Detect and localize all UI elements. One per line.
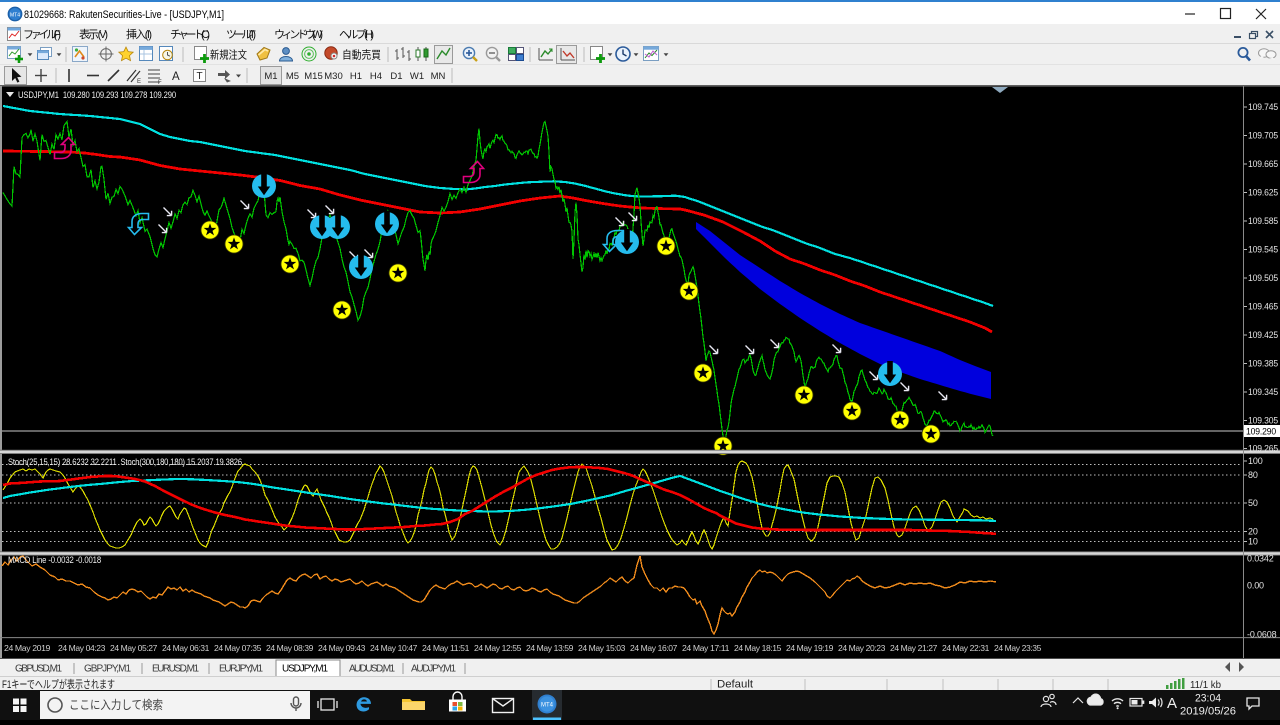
svg-text:表示 (V): 表示 (V) <box>79 27 108 41</box>
svg-text:24 May 09:43: 24 May 09:43 <box>318 643 366 653</box>
svg-text:24 May 18:15: 24 May 18:15 <box>734 643 782 653</box>
svg-text:20: 20 <box>1248 527 1258 537</box>
svg-text:ツール (T): ツール (T) <box>226 29 256 41</box>
svg-text:23:04: 23:04 <box>1195 693 1221 705</box>
svg-text:24 May 23:35: 24 May 23:35 <box>994 643 1042 653</box>
svg-text:A: A <box>1167 695 1177 712</box>
svg-text:H4: H4 <box>370 71 382 82</box>
svg-text:109.745: 109.745 <box>1248 102 1278 112</box>
svg-text:100: 100 <box>1248 456 1263 466</box>
svg-text:24 May 13:59: 24 May 13:59 <box>526 643 574 653</box>
svg-text:ここに入力して検索: ここに入力して検索 <box>69 698 163 712</box>
svg-text:Default: Default <box>717 679 753 691</box>
svg-text:Stoch(25,15,15) 28.6232 32.221: Stoch(25,15,15) 28.6232 32.2211 Stoch(30… <box>8 457 242 467</box>
svg-text:チャート (C): チャート (C) <box>170 28 210 41</box>
svg-text:24 May 06:31: 24 May 06:31 <box>162 643 210 653</box>
svg-text:ファイル (F): ファイル (F) <box>23 29 61 41</box>
svg-text:USDJPY,M1: USDJPY,M1 <box>282 664 328 675</box>
svg-text:24 May 19:19: 24 May 19:19 <box>786 643 834 653</box>
svg-text:ヘルプ (H): ヘルプ (H) <box>339 28 374 41</box>
svg-text:M5: M5 <box>286 71 299 82</box>
svg-text:自動売買: 自動売買 <box>342 48 381 62</box>
svg-text:109.625: 109.625 <box>1248 188 1278 198</box>
svg-text:H1: H1 <box>350 71 362 82</box>
svg-text:挿入(I): 挿入(I) <box>126 27 152 41</box>
svg-text:109.290: 109.290 <box>1246 427 1276 437</box>
svg-text:AUDJPY,M1: AUDJPY,M1 <box>411 664 456 675</box>
svg-text:109.425: 109.425 <box>1248 330 1278 340</box>
svg-text:10: 10 <box>1248 537 1258 547</box>
svg-text:W1: W1 <box>410 71 424 82</box>
svg-text:GBPUSD,M1: GBPUSD,M1 <box>15 664 62 675</box>
svg-text:0.00: 0.00 <box>1247 581 1264 591</box>
svg-text:M1: M1 <box>264 71 277 82</box>
svg-text:24 May 22:31: 24 May 22:31 <box>942 643 990 653</box>
svg-text:50: 50 <box>1248 498 1258 508</box>
svg-text:109.385: 109.385 <box>1248 359 1278 369</box>
svg-text:M15: M15 <box>304 71 322 82</box>
svg-text:24 May 12:55: 24 May 12:55 <box>474 643 522 653</box>
svg-text:USDJPY,M1 109.280 109.293 109: USDJPY,M1 109.280 109.293 109.278 109.29… <box>18 90 176 100</box>
svg-text:0.0342: 0.0342 <box>1247 554 1274 564</box>
svg-text:AUDUSD,M1: AUDUSD,M1 <box>349 664 395 675</box>
svg-text:109.505: 109.505 <box>1248 273 1278 283</box>
svg-text:24 May 16:07: 24 May 16:07 <box>630 643 678 653</box>
svg-text:109.265: 109.265 <box>1248 444 1278 454</box>
svg-text:109.305: 109.305 <box>1248 416 1278 426</box>
svg-text:24 May 10:47: 24 May 10:47 <box>370 643 418 653</box>
svg-text:109.345: 109.345 <box>1248 387 1278 397</box>
svg-text:80: 80 <box>1248 470 1258 480</box>
svg-text:24 May 04:23: 24 May 04:23 <box>58 643 106 653</box>
svg-text:M30: M30 <box>324 71 342 82</box>
svg-text:109.585: 109.585 <box>1248 216 1278 226</box>
svg-text:T: T <box>197 71 203 82</box>
svg-text:EURJPY,M1: EURJPY,M1 <box>219 664 263 675</box>
svg-text:24 May 07:35: 24 May 07:35 <box>214 643 262 653</box>
svg-text:新規注文: 新規注文 <box>210 48 247 62</box>
svg-text:F1キーでヘルプが表示されます: F1キーでヘルプが表示されます <box>2 677 115 691</box>
svg-text:24 May 17:11: 24 May 17:11 <box>682 643 730 653</box>
svg-text:109.705: 109.705 <box>1248 131 1278 141</box>
svg-text:ウィンドウ (W): ウィンドウ (W) <box>274 28 323 41</box>
svg-text:D1: D1 <box>390 71 402 82</box>
svg-text:2019/05/26: 2019/05/26 <box>1180 706 1236 718</box>
svg-text:E: E <box>137 79 141 85</box>
svg-text:24 May 08:39: 24 May 08:39 <box>266 643 314 653</box>
svg-text:24 May 15:03: 24 May 15:03 <box>578 643 626 653</box>
svg-text:109.545: 109.545 <box>1248 245 1278 255</box>
svg-text:24 May 2019: 24 May 2019 <box>4 643 51 653</box>
svg-text:A: A <box>172 71 180 83</box>
svg-text:24 May 05:27: 24 May 05:27 <box>110 643 158 653</box>
svg-text:81029668: RakutenSecurities-Li: 81029668: RakutenSecurities-Live - [USDJ… <box>24 9 224 21</box>
svg-text:24 May 20:23: 24 May 20:23 <box>838 643 886 653</box>
svg-text:GBPJPY,M1: GBPJPY,M1 <box>84 664 131 675</box>
svg-text:-0.0608: -0.0608 <box>1247 630 1277 640</box>
svg-text:MT4: MT4 <box>541 703 554 709</box>
svg-text:109.665: 109.665 <box>1248 159 1278 169</box>
svg-text:24 May 21:27: 24 May 21:27 <box>890 643 938 653</box>
svg-text:24 May 11:51: 24 May 11:51 <box>422 643 470 653</box>
svg-text:EURUSD,M1: EURUSD,M1 <box>152 664 199 675</box>
svg-text:MACD Line -0.0032 -0.0018: MACD Line -0.0032 -0.0018 <box>8 555 101 565</box>
svg-text:MN: MN <box>431 71 446 82</box>
svg-text:109.465: 109.465 <box>1248 302 1278 312</box>
